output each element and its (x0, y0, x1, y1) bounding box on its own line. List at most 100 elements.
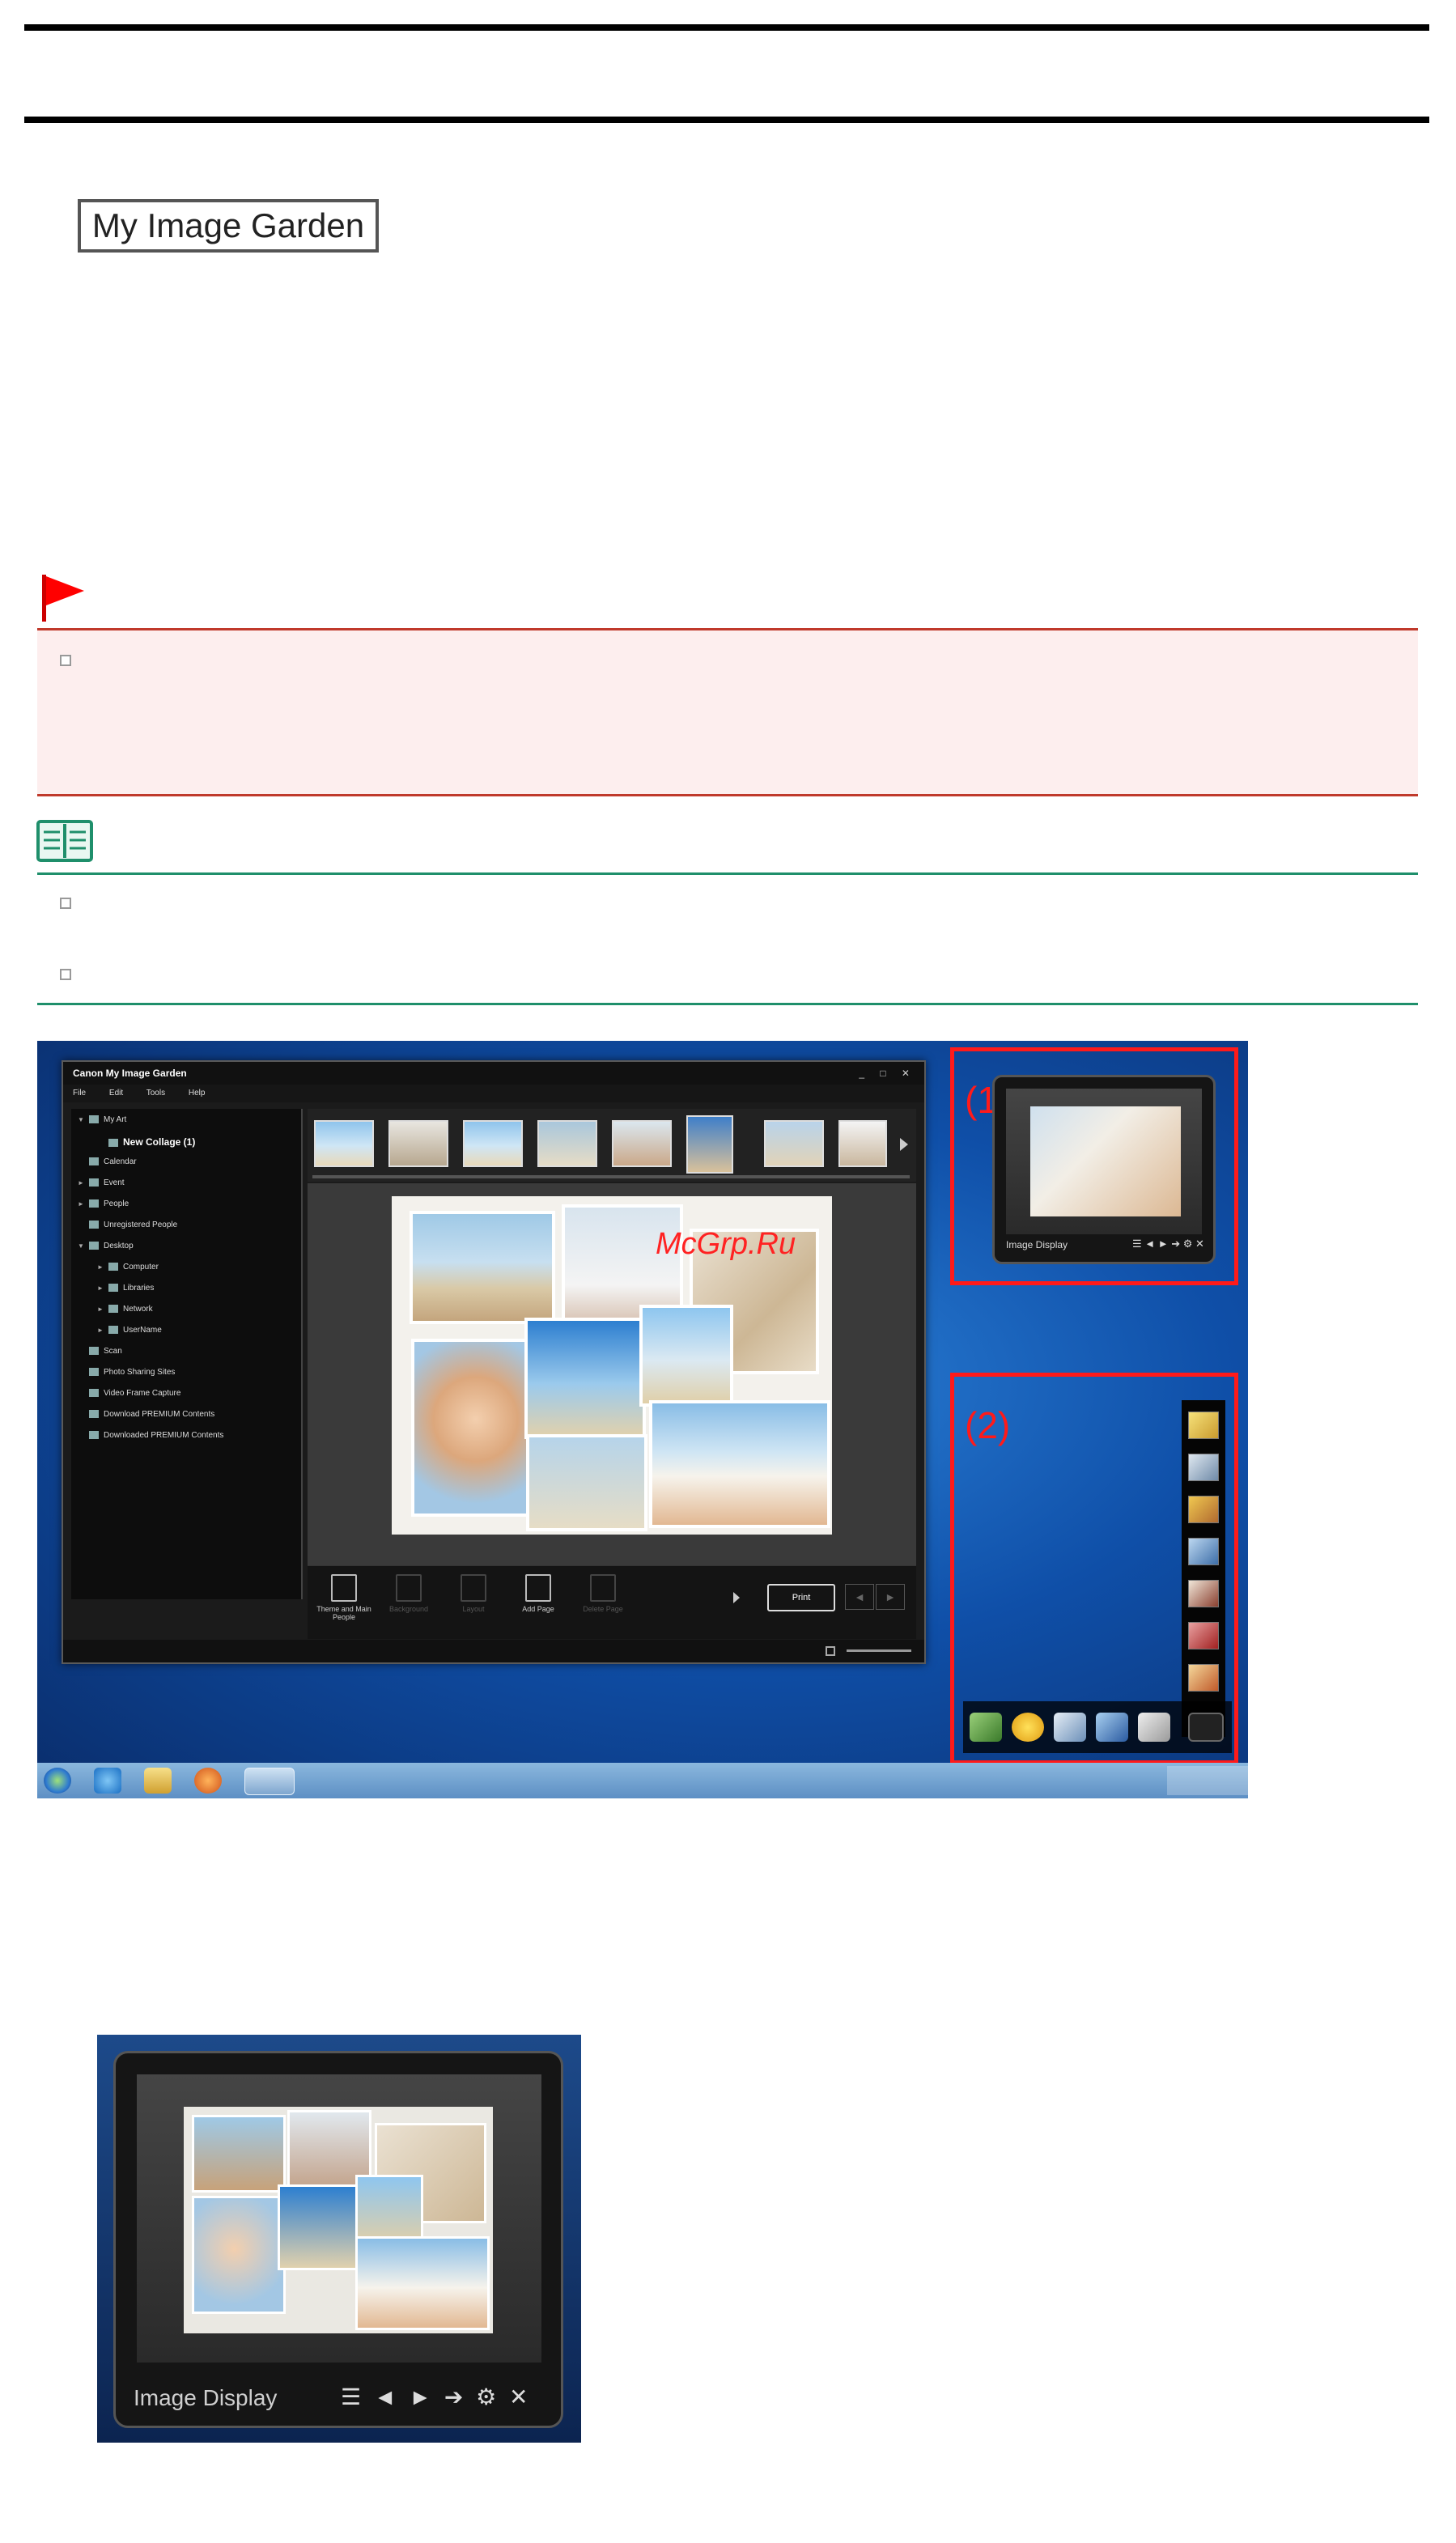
thumbnail[interactable] (463, 1120, 523, 1167)
menu-file[interactable]: File (73, 1089, 86, 1097)
tree-item[interactable]: ▼ Desktop (78, 1242, 134, 1250)
fit-icon[interactable] (826, 1646, 835, 1656)
enlarged-gadget-label: Image Display (134, 2385, 278, 2410)
header-rule-bottom (24, 117, 1429, 123)
sidebar-app-icon[interactable] (1188, 1580, 1219, 1607)
tree-item-label: Libraries (123, 1284, 155, 1293)
tree-item[interactable]: Photo Sharing Sites (78, 1368, 175, 1377)
tree-item[interactable]: ▼ My Art (78, 1115, 126, 1124)
menu-tools[interactable]: Tools (146, 1089, 165, 1097)
chevron-right-icon[interactable]: ► (97, 1327, 108, 1334)
photo-beach-family (278, 2184, 363, 2270)
thumbnail[interactable] (686, 1115, 733, 1174)
folder-icon (89, 1178, 99, 1187)
sidebar-app-icon[interactable] (1188, 1664, 1219, 1692)
tree-item-label: Video Frame Capture (104, 1389, 181, 1398)
tree-item-label: My Art (104, 1115, 127, 1124)
sidebar-app-icon[interactable] (1188, 1454, 1219, 1481)
tree-item[interactable]: ► Event (78, 1178, 125, 1187)
strip-scrollbar[interactable] (312, 1175, 910, 1178)
zoom-slider[interactable] (847, 1649, 911, 1652)
chevron-down-icon[interactable]: ▼ (78, 1116, 89, 1123)
tree-item[interactable]: Video Frame Capture (78, 1389, 180, 1398)
note-box (37, 872, 1418, 1005)
thumbnail[interactable] (537, 1120, 597, 1167)
tree-item[interactable]: Calendar (78, 1157, 137, 1166)
chevron-right-icon[interactable]: ► (97, 1305, 108, 1313)
photo-father-child[interactable] (526, 1434, 647, 1531)
print-button[interactable]: Print (767, 1584, 835, 1611)
enlarged-image-display-gadget[interactable]: Image Display ☰ ◄ ► ➔ ⚙ ✕ (113, 2051, 563, 2428)
photo-family-lying[interactable] (649, 1400, 830, 1528)
sidebar-app-icon[interactable] (1188, 1496, 1219, 1523)
tree-item-label: Desktop (104, 1242, 134, 1250)
chevron-right-icon[interactable] (732, 1590, 741, 1605)
next-page-button[interactable]: ► (876, 1584, 905, 1610)
image-garden-taskbar-icon[interactable] (244, 1768, 295, 1795)
tree-item-label: Calendar (104, 1157, 137, 1166)
sidebar-app-icon[interactable] (1188, 1412, 1219, 1439)
chevron-right-icon[interactable]: ► (97, 1284, 108, 1292)
tree-item[interactable]: ► Network (97, 1305, 153, 1314)
folder-icon (89, 1389, 99, 1398)
chevron-right-icon[interactable] (898, 1136, 910, 1153)
dock-icon[interactable] (1012, 1713, 1044, 1742)
sidebar-app-icon[interactable] (1188, 1538, 1219, 1565)
tree-item[interactable]: Downloaded PREMIUM Contents (78, 1431, 223, 1440)
tree-item[interactable]: Scan (78, 1347, 122, 1356)
tree-item[interactable]: Download PREMIUM Contents (78, 1410, 214, 1419)
chevron-down-icon[interactable]: ▼ (78, 1242, 89, 1250)
menu-help[interactable]: Help (189, 1089, 206, 1097)
dock-toggle-icon[interactable] (1188, 1713, 1224, 1742)
dock-icon[interactable] (970, 1713, 1002, 1742)
tree-item[interactable]: ► Computer (97, 1263, 159, 1272)
tree-item-label: Unregistered People (104, 1221, 178, 1229)
thumbnail[interactable] (612, 1120, 672, 1167)
tree-item-label: People (104, 1199, 129, 1208)
chevron-right-icon[interactable]: ► (97, 1263, 108, 1271)
thumbnail[interactable] (764, 1120, 824, 1167)
folder-icon[interactable] (144, 1768, 172, 1794)
quick-menu-dock (963, 1701, 1232, 1753)
tree-item[interactable]: ► Libraries (97, 1284, 154, 1293)
thumbnail[interactable] (314, 1120, 374, 1167)
status-bar (63, 1640, 924, 1662)
photo-seal[interactable] (410, 1211, 555, 1324)
sidebar-app-icon[interactable] (1188, 1622, 1219, 1649)
tree-item-label: Downloaded PREMIUM Contents (104, 1431, 224, 1440)
dock-icon[interactable] (1138, 1713, 1170, 1742)
background-button[interactable]: Background (380, 1574, 437, 1613)
enlarged-gadget-screen (137, 2074, 541, 2363)
browser-icon[interactable] (94, 1768, 121, 1794)
theme-button[interactable]: Theme and Main People (316, 1574, 372, 1621)
delete-page-button[interactable]: Delete Page (575, 1574, 631, 1613)
tree-item[interactable]: Unregistered People (78, 1221, 177, 1229)
gadget-controls[interactable]: ☰ ◄ ► ➔ ⚙ ✕ (1132, 1238, 1204, 1250)
photo-jump[interactable] (639, 1305, 733, 1407)
note-book-icon (36, 820, 93, 862)
window-controls[interactable]: _ □ ✕ (859, 1062, 916, 1085)
image-display-gadget[interactable]: Image Display ☰ ◄ ► ➔ ⚙ ✕ (992, 1075, 1216, 1264)
tree-item[interactable]: ► UserName (97, 1326, 162, 1335)
menu-edit[interactable]: Edit (109, 1089, 123, 1097)
dock-icon[interactable] (1096, 1713, 1128, 1742)
folder-icon (89, 1157, 99, 1166)
enlarged-gadget-controls[interactable]: ☰ ◄ ► ➔ ⚙ ✕ (341, 2384, 531, 2410)
layout-button[interactable]: Layout (445, 1574, 502, 1613)
chevron-right-icon[interactable]: ► (78, 1200, 89, 1208)
menu-bar: File Edit Tools Help (63, 1085, 924, 1102)
sidebar-menu (1182, 1400, 1225, 1737)
media-player-icon[interactable] (194, 1768, 222, 1794)
chevron-right-icon[interactable]: ► (78, 1179, 89, 1187)
folder-icon (89, 1242, 99, 1250)
photo-beach-family[interactable] (524, 1318, 646, 1439)
start-button-icon[interactable] (44, 1768, 71, 1794)
thumbnail[interactable] (388, 1120, 448, 1167)
add-page-button[interactable]: Add Page (510, 1574, 567, 1613)
dock-icon[interactable] (1054, 1713, 1086, 1742)
thumbnail[interactable] (838, 1120, 887, 1167)
tree-item[interactable]: ► People (78, 1199, 129, 1208)
taskbar (37, 1763, 1248, 1798)
prev-page-button[interactable]: ◄ (845, 1584, 874, 1610)
tree-item[interactable]: New Collage (1) (97, 1136, 195, 1148)
